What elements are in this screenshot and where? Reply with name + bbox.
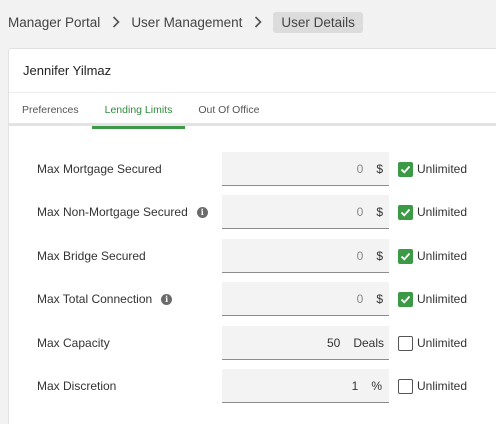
breadcrumb-manager-portal[interactable]: Manager Portal <box>8 15 100 30</box>
info-icon[interactable]: i <box>196 206 208 218</box>
field-label: Max Bridge Secured <box>37 249 146 263</box>
field-value: 0 <box>356 248 364 263</box>
field-value: 0 <box>356 204 364 219</box>
limit-row-max-total-connection: Max Total Connection i 0 $ Unlimited <box>9 282 496 316</box>
field-unit: $ <box>376 161 383 176</box>
unlimited-checkbox[interactable] <box>398 162 413 177</box>
unlimited-checkbox[interactable] <box>398 292 413 307</box>
field-unit: % <box>371 378 382 393</box>
field-unit: $ <box>376 291 383 306</box>
field-unit: $ <box>376 248 383 263</box>
field-label: Max Mortgage Secured <box>37 162 162 176</box>
field-value: 50 <box>326 335 341 350</box>
field-label: Max Non-Mortgage Secured <box>37 205 188 219</box>
tab-preferences[interactable]: Preferences <box>9 93 92 126</box>
max-total-connection-input[interactable]: 0 $ <box>222 282 389 316</box>
limit-row-max-capacity: Max Capacity 50 Deals Unlimited <box>9 326 496 360</box>
breadcrumb: Manager Portal User Management User Deta… <box>0 0 496 44</box>
checkmark-icon <box>400 295 411 304</box>
unlimited-label: Unlimited <box>417 336 468 350</box>
field-value: 1 <box>351 378 359 393</box>
max-mortgage-secured-input[interactable]: 0 $ <box>222 152 389 186</box>
unlimited-label: Unlimited <box>417 162 468 176</box>
checkmark-icon <box>400 252 411 261</box>
info-icon[interactable]: i <box>161 293 173 305</box>
checkmark-icon <box>400 208 411 217</box>
field-label: Max Total Connection <box>37 292 153 306</box>
max-non-mortgage-secured-input[interactable]: 0 $ <box>222 195 389 229</box>
field-unit: $ <box>376 204 383 219</box>
unlimited-checkbox[interactable] <box>398 205 413 220</box>
unlimited-label: Unlimited <box>417 379 468 393</box>
field-value: 0 <box>356 161 364 176</box>
field-label: Max Capacity <box>37 336 110 350</box>
max-discretion-input[interactable]: 1 % <box>222 369 389 403</box>
user-details-card: Jennifer Yilmaz Preferences Lending Limi… <box>8 48 496 424</box>
limit-row-max-discretion: Max Discretion 1 % Unlimited <box>9 369 496 403</box>
tab-lending-limits[interactable]: Lending Limits <box>91 93 186 129</box>
max-bridge-secured-input[interactable]: 0 $ <box>222 239 389 273</box>
tab-out-of-office[interactable]: Out Of Office <box>185 93 272 126</box>
unlimited-label: Unlimited <box>417 249 468 263</box>
breadcrumb-user-management[interactable]: User Management <box>131 15 242 30</box>
chevron-right-icon <box>254 16 263 28</box>
breadcrumb-current: User Details <box>273 11 363 33</box>
max-capacity-input[interactable]: 50 Deals <box>222 326 389 360</box>
unlimited-checkbox[interactable] <box>398 249 413 264</box>
limit-row-max-non-mortgage-secured: Max Non-Mortgage Secured i 0 $ Unlimited <box>9 195 496 229</box>
chevron-right-icon <box>112 16 120 28</box>
unlimited-checkbox[interactable] <box>398 379 413 394</box>
limit-row-max-bridge-secured: Max Bridge Secured 0 $ Unlimited <box>9 239 496 273</box>
unlimited-label: Unlimited <box>417 205 468 219</box>
checkmark-icon <box>400 165 411 174</box>
tab-bar: Preferences Lending Limits Out Of Office <box>9 93 496 129</box>
field-unit: Deals <box>353 335 384 350</box>
unlimited-label: Unlimited <box>417 292 468 306</box>
card-title: Jennifer Yilmaz <box>9 49 496 93</box>
field-value: 0 <box>356 291 364 306</box>
field-label: Max Discretion <box>37 379 117 393</box>
limit-row-max-mortgage-secured: Max Mortgage Secured 0 $ Unlimited <box>9 152 496 186</box>
unlimited-checkbox[interactable] <box>398 336 413 351</box>
